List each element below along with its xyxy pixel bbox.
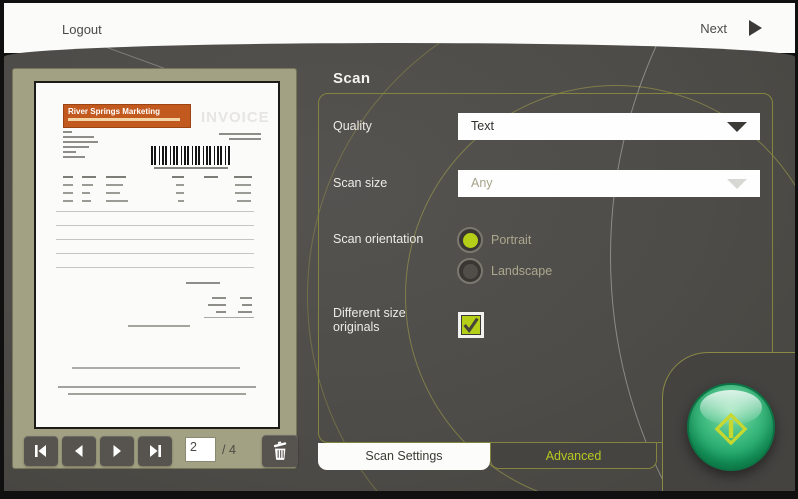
document-text-line <box>178 200 184 202</box>
document-text-line <box>242 304 252 306</box>
document-text-line <box>68 393 246 395</box>
previous-page-button[interactable] <box>62 436 96 466</box>
document-text-line <box>82 184 93 186</box>
previous-page-icon <box>75 445 83 457</box>
landscape-label: Landscape <box>491 264 553 278</box>
scan-station-screen: Logout Next River Springs Marketing INVO… <box>0 0 798 499</box>
last-page-button[interactable] <box>138 436 172 466</box>
document-text-line <box>219 133 261 135</box>
document-text-line <box>154 167 228 169</box>
first-page-button[interactable] <box>24 436 58 466</box>
document-text-line <box>106 200 128 202</box>
document-rule <box>56 239 254 240</box>
document-text-line <box>128 325 190 327</box>
document-text-line <box>63 146 89 148</box>
document-text-line <box>82 176 96 178</box>
document-rule <box>56 253 254 254</box>
next-page-icon <box>113 445 121 457</box>
tab-advanced[interactable]: Advanced <box>490 443 657 469</box>
document-rule <box>56 267 254 268</box>
document-text-line <box>106 192 120 194</box>
tab-scan-settings[interactable]: Scan Settings <box>318 443 490 470</box>
document-text-line <box>63 151 76 153</box>
scan-size-label: Scan size <box>333 176 388 190</box>
document-text-line <box>63 131 72 133</box>
company-name: River Springs Marketing <box>68 107 161 116</box>
document-rule <box>56 225 254 226</box>
barcode <box>151 146 231 165</box>
document-text-line <box>235 184 251 186</box>
document-text-line <box>229 138 261 140</box>
page-total-label: / 4 <box>222 443 236 457</box>
next-arrow-icon <box>749 20 762 36</box>
document-text-line <box>63 200 73 202</box>
different-size-checkbox[interactable] <box>458 312 484 338</box>
document-text-line <box>216 311 226 313</box>
document-text-line <box>63 136 94 138</box>
landscape-radio[interactable]: Landscape <box>457 258 552 284</box>
document-text-line <box>238 311 252 313</box>
company-logo: River Springs Marketing <box>63 104 191 128</box>
document-preview: River Springs Marketing INVOICE <box>34 81 280 429</box>
document-text-line <box>72 367 240 369</box>
page-number-input[interactable] <box>185 437 216 462</box>
portrait-label: Portrait <box>491 233 532 247</box>
next-button[interactable]: Next <box>700 20 762 36</box>
document-rule <box>56 211 254 212</box>
document-text-line <box>237 200 251 202</box>
document-text-line <box>234 176 252 178</box>
document-text-line <box>58 386 256 388</box>
document-text-line <box>63 184 73 186</box>
document-text-line <box>106 176 126 178</box>
checkmark-icon <box>463 317 479 334</box>
trash-icon <box>273 441 287 460</box>
company-tagline <box>68 118 180 121</box>
preview-panel: River Springs Marketing INVOICE 2 / 4 <box>12 68 298 469</box>
orientation-label: Scan orientation <box>333 232 424 246</box>
start-scan-button[interactable] <box>687 383 775 471</box>
radio-button-icon <box>457 258 483 284</box>
quality-value: Text <box>471 119 494 133</box>
portrait-radio[interactable]: Portrait <box>457 227 531 253</box>
first-page-icon <box>35 445 46 457</box>
document-text-line <box>186 282 220 284</box>
quality-label: Quality <box>333 119 372 133</box>
document-text-line <box>63 141 98 143</box>
document-text-line <box>63 156 85 158</box>
document-text-line <box>204 176 218 178</box>
different-size-label: Different size originals <box>333 306 406 335</box>
page-title: Scan <box>333 70 371 87</box>
delete-page-button[interactable] <box>262 435 298 467</box>
document-text-line <box>240 297 252 299</box>
document-text-line <box>176 192 184 194</box>
document-text-line <box>82 200 91 202</box>
document-text-line <box>63 192 73 194</box>
scan-size-dropdown[interactable]: Any <box>458 170 760 197</box>
document-text-line <box>106 184 123 186</box>
document-text-line <box>212 297 226 299</box>
next-button-label: Next <box>700 20 727 36</box>
document-text-line <box>172 176 184 178</box>
document-text-line <box>176 184 184 186</box>
document-rule <box>204 317 254 318</box>
logout-button[interactable]: Logout <box>62 22 102 37</box>
start-scan-icon <box>714 412 748 446</box>
scan-size-value: Any <box>471 176 493 190</box>
document-text-line <box>235 192 251 194</box>
dropdown-arrow-icon <box>727 122 747 132</box>
radio-button-icon <box>457 227 483 253</box>
document-text-line <box>63 176 73 178</box>
next-page-button[interactable] <box>100 436 134 466</box>
body-background: River Springs Marketing INVOICE 2 / 4 Sc… <box>4 43 795 491</box>
quality-dropdown[interactable]: Text <box>458 113 760 140</box>
dropdown-arrow-icon <box>727 179 747 189</box>
last-page-icon <box>150 445 161 457</box>
invoice-watermark: INVOICE <box>201 109 270 126</box>
document-text-line <box>82 192 90 194</box>
document-text-line <box>208 304 226 306</box>
